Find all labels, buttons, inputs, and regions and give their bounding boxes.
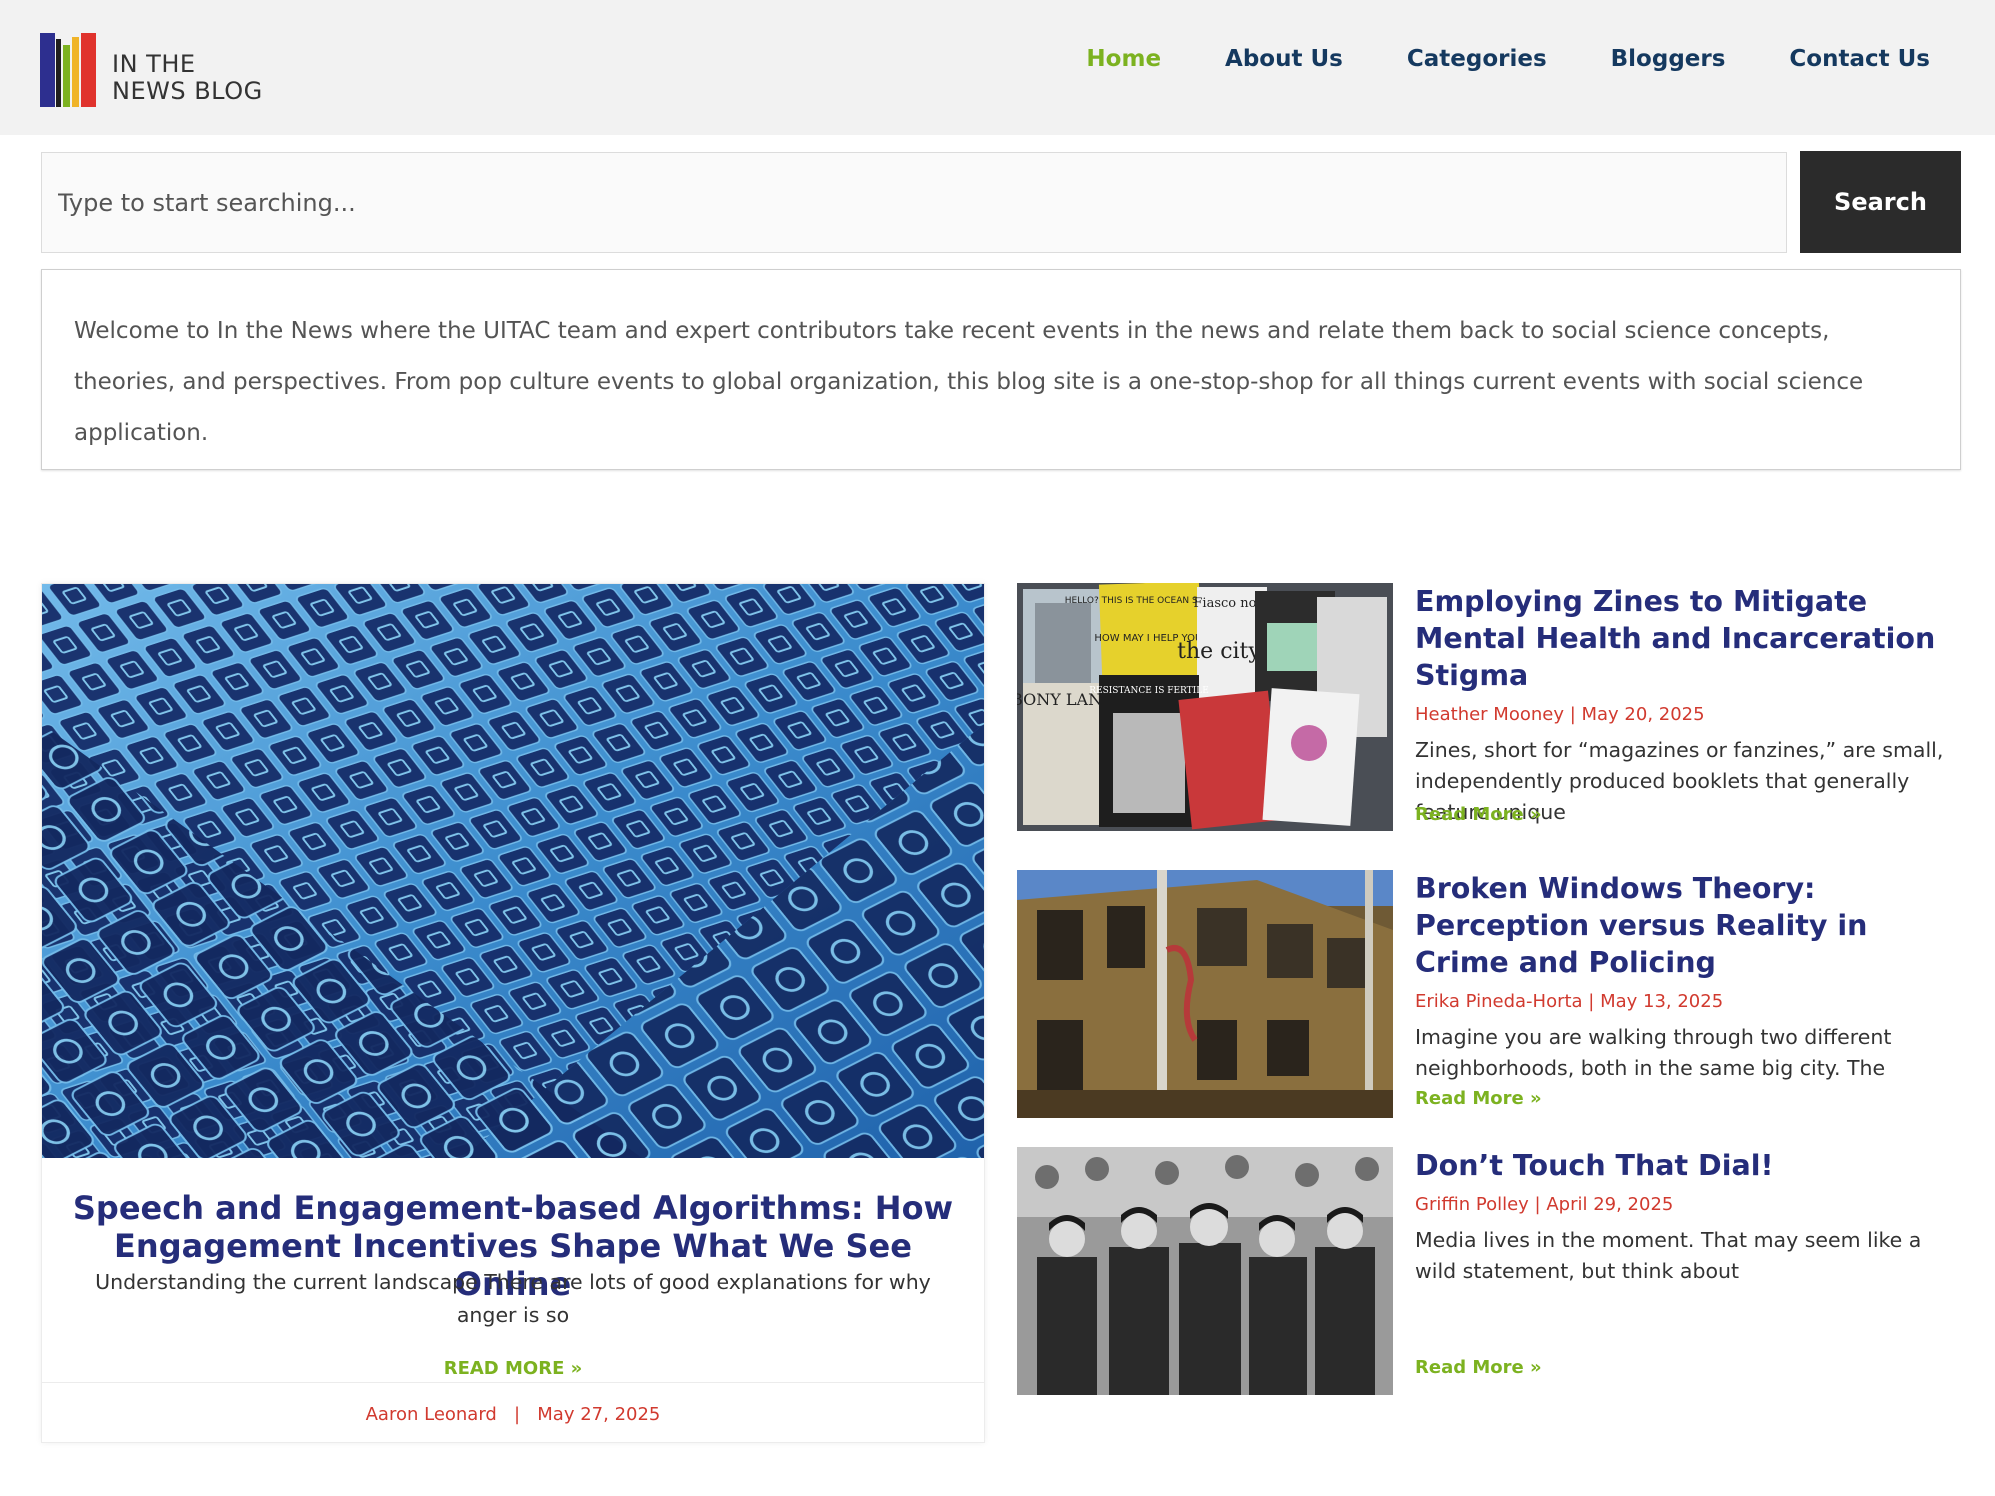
post-card: Don’t Touch That Dial! Griffin Polley | …: [1017, 1147, 1962, 1397]
post-title[interactable]: Don’t Touch That Dial!: [1415, 1147, 1961, 1184]
logo-bars-icon: [40, 33, 104, 107]
post-meta: Griffin Polley | April 29, 2025: [1415, 1194, 1674, 1215]
meta-separator: |: [514, 1404, 521, 1425]
featured-divider: [42, 1382, 984, 1383]
zine-text-6: RESISTANCE IS FERTILE: [1089, 686, 1209, 696]
logo-line-2: NEWS BLOG: [112, 77, 263, 105]
main-nav: Home About Us Categories Bloggers Contac…: [1022, 46, 1930, 72]
featured-read-more-link[interactable]: READ MORE »: [42, 1358, 984, 1379]
read-more-link[interactable]: Read More »: [1415, 1357, 1542, 1378]
post-image-zines[interactable]: HELLO? THIS IS THE OCEAN SPEAKING HOW MA…: [1017, 583, 1393, 831]
featured-article-card: Speech and Engagement-based Algorithms: …: [41, 583, 985, 1443]
post-excerpt: Imagine you are walking through two diff…: [1415, 1025, 1892, 1080]
post-card: HELLO? THIS IS THE OCEAN SPEAKING HOW MA…: [1017, 583, 1962, 833]
site-header: IN THE NEWS BLOG Home About Us Categorie…: [0, 0, 1995, 135]
post-meta: Heather Mooney | May 20, 2025: [1415, 704, 1705, 725]
read-more-link[interactable]: Read More »: [1415, 1088, 1542, 1109]
read-more-link[interactable]: Read More »: [1415, 804, 1542, 825]
search-input[interactable]: [41, 152, 1787, 253]
nav-bloggers[interactable]: Bloggers: [1611, 46, 1726, 72]
post-body: Employing Zines to Mitigate Mental Healt…: [1415, 583, 1961, 828]
post-body: Broken Windows Theory: Perception versus…: [1415, 870, 1961, 1109]
logo-text: IN THE NEWS BLOG: [112, 51, 263, 107]
post-title[interactable]: Employing Zines to Mitigate Mental Healt…: [1415, 583, 1961, 694]
featured-date: May 27, 2025: [537, 1404, 661, 1425]
featured-article-image[interactable]: [42, 584, 984, 1158]
intro-box: Welcome to In the News where the UITAC t…: [41, 269, 1961, 470]
logo-line-1: IN THE: [112, 50, 196, 78]
abandoned-building-photo: [1017, 870, 1393, 1118]
post-excerpt: Media lives in the moment. That may seem…: [1415, 1228, 1922, 1283]
post-title[interactable]: Broken Windows Theory: Perception versus…: [1415, 870, 1961, 981]
nav-home[interactable]: Home: [1086, 46, 1161, 72]
search-button[interactable]: Search: [1800, 151, 1961, 253]
site-logo[interactable]: IN THE NEWS BLOG: [40, 27, 263, 107]
nav-contact-us[interactable]: Contact Us: [1789, 46, 1930, 72]
post-meta: Erika Pineda-Horta | May 13, 2025: [1415, 991, 1724, 1012]
post-card: Broken Windows Theory: Perception versus…: [1017, 870, 1962, 1120]
post-image-dont-touch-dial[interactable]: [1017, 1147, 1393, 1395]
featured-author[interactable]: Aaron Leonard: [366, 1404, 497, 1425]
zines-photo: HELLO? THIS IS THE OCEAN SPEAKING HOW MA…: [1017, 583, 1393, 831]
social-media-icons-image: [42, 584, 984, 1158]
post-image-broken-windows[interactable]: [1017, 870, 1393, 1118]
intro-text: Welcome to In the News where the UITAC t…: [74, 318, 1864, 446]
zine-text-4: the city: [1177, 639, 1261, 664]
crowd-photo-bw: [1017, 1147, 1393, 1395]
nav-categories[interactable]: Categories: [1407, 46, 1547, 72]
featured-article-excerpt: Understanding the current landscape Ther…: [95, 1270, 931, 1327]
featured-meta: Aaron Leonard | May 27, 2025: [42, 1404, 984, 1425]
post-body: Don’t Touch That Dial! Griffin Polley | …: [1415, 1147, 1961, 1378]
nav-about-us[interactable]: About Us: [1225, 46, 1343, 72]
